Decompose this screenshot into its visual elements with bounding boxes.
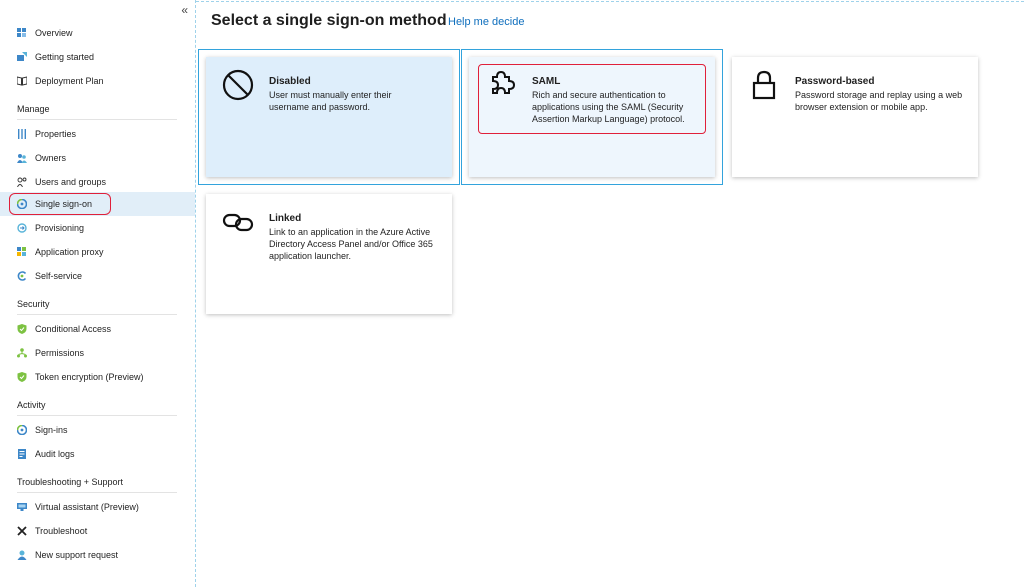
card-password-based[interactable]: Password-based Password storage and repl… <box>732 57 978 177</box>
sidebar-item-label: Single sign-on <box>35 199 93 209</box>
sidebar-item-virtual-assistant[interactable]: Virtual assistant (Preview) <box>0 495 195 519</box>
collapse-sidebar-icon[interactable]: « <box>181 3 188 17</box>
sidebar-item-label: Virtual assistant (Preview) <box>35 502 139 512</box>
section-header-activity: Activity <box>17 400 177 416</box>
sidebar-item-label: Application proxy <box>35 247 104 257</box>
overview-icon <box>17 28 27 38</box>
sidebar-item-application-proxy[interactable]: Application proxy <box>0 240 195 264</box>
card-disabled[interactable]: Disabled User must manually enter their … <box>206 57 452 177</box>
section-header-manage: Manage <box>17 104 177 120</box>
puzzle-icon <box>485 69 517 101</box>
sidebar-item-sign-ins[interactable]: Sign-ins <box>0 418 195 442</box>
sidebar-item-properties[interactable]: Properties <box>0 122 195 146</box>
sidebar-item-label: Overview <box>35 28 73 38</box>
properties-icon <box>17 129 27 139</box>
section-header-troubleshooting: Troubleshooting + Support <box>17 477 177 493</box>
sidebar-item-label: Users and groups <box>35 177 107 187</box>
card-title: Password-based <box>795 76 875 87</box>
page-title: Select a single sign-on method <box>211 12 447 29</box>
book-icon <box>17 76 27 86</box>
card-description: User must manually enter their username … <box>269 90 392 112</box>
help-me-decide-link[interactable]: Help me decide <box>448 16 524 28</box>
card-description: Rich and secure authentication to applic… <box>532 90 685 124</box>
sidebar: « Overview Getting started Deployment Pl… <box>0 0 196 587</box>
provisioning-icon <box>17 223 27 233</box>
sidebar-item-label: Provisioning <box>35 223 85 233</box>
disabled-icon <box>222 69 254 101</box>
sidebar-item-label: Sign-ins <box>35 425 68 435</box>
sso-icon <box>17 199 27 209</box>
lock-icon <box>748 69 780 101</box>
sidebar-item-label: Deployment Plan <box>35 76 104 86</box>
sidebar-item-provisioning[interactable]: Provisioning <box>0 216 195 240</box>
troubleshoot-icon <box>17 526 27 536</box>
card-title: Disabled <box>269 76 311 87</box>
sidebar-item-users-and-groups[interactable]: Users and groups <box>0 170 195 194</box>
card-description: Link to an application in the Azure Acti… <box>269 227 433 261</box>
app-proxy-icon <box>17 247 27 257</box>
card-title: Linked <box>269 213 302 224</box>
card-linked[interactable]: Linked Link to an application in the Azu… <box>206 194 452 314</box>
audit-logs-icon <box>17 449 27 459</box>
sidebar-item-label: Self-service <box>35 271 83 281</box>
sidebar-item-label: Conditional Access <box>35 324 112 334</box>
card-title: SAML <box>532 76 561 87</box>
permissions-icon <box>17 348 27 358</box>
sidebar-item-label: Troubleshoot <box>35 526 88 536</box>
sidebar-item-troubleshoot[interactable]: Troubleshoot <box>0 519 195 543</box>
sidebar-item-label: New support request <box>35 550 119 560</box>
shield-icon <box>17 372 27 382</box>
sidebar-item-label: Permissions <box>35 348 85 358</box>
sidebar-item-overview[interactable]: Overview <box>0 21 195 45</box>
sidebar-item-label: Token encryption (Preview) <box>35 372 144 382</box>
sign-ins-icon <box>17 425 27 435</box>
support-request-icon <box>17 550 27 560</box>
shield-icon <box>17 324 27 334</box>
sidebar-item-label: Getting started <box>35 52 95 62</box>
owners-icon <box>17 153 27 163</box>
sidebar-item-deployment-plan[interactable]: Deployment Plan <box>0 69 195 93</box>
sidebar-item-label: Properties <box>35 129 77 139</box>
sidebar-item-permissions[interactable]: Permissions <box>0 341 195 365</box>
sidebar-item-token-encryption[interactable]: Token encryption (Preview) <box>0 365 195 389</box>
self-service-icon <box>17 271 27 281</box>
sidebar-item-label: Owners <box>35 153 67 163</box>
link-icon <box>222 206 254 238</box>
sidebar-item-single-sign-on[interactable]: Single sign-on <box>0 192 195 216</box>
users-groups-icon <box>17 177 27 187</box>
section-header-security: Security <box>17 299 177 315</box>
sidebar-item-getting-started[interactable]: Getting started <box>0 45 195 69</box>
sidebar-item-owners[interactable]: Owners <box>0 146 195 170</box>
card-saml[interactable]: SAML Rich and secure authentication to a… <box>469 57 715 177</box>
card-description: Password storage and replay using a web … <box>795 90 963 112</box>
virtual-assistant-icon <box>17 502 27 512</box>
sidebar-item-audit-logs[interactable]: Audit logs <box>0 442 195 466</box>
sidebar-item-new-support-request[interactable]: New support request <box>0 543 195 567</box>
sidebar-item-self-service[interactable]: Self-service <box>0 264 195 288</box>
content-top-border <box>196 1 1024 2</box>
sidebar-item-conditional-access[interactable]: Conditional Access <box>0 317 195 341</box>
sidebar-item-label: Audit logs <box>35 449 75 459</box>
getting-started-icon <box>17 52 27 62</box>
